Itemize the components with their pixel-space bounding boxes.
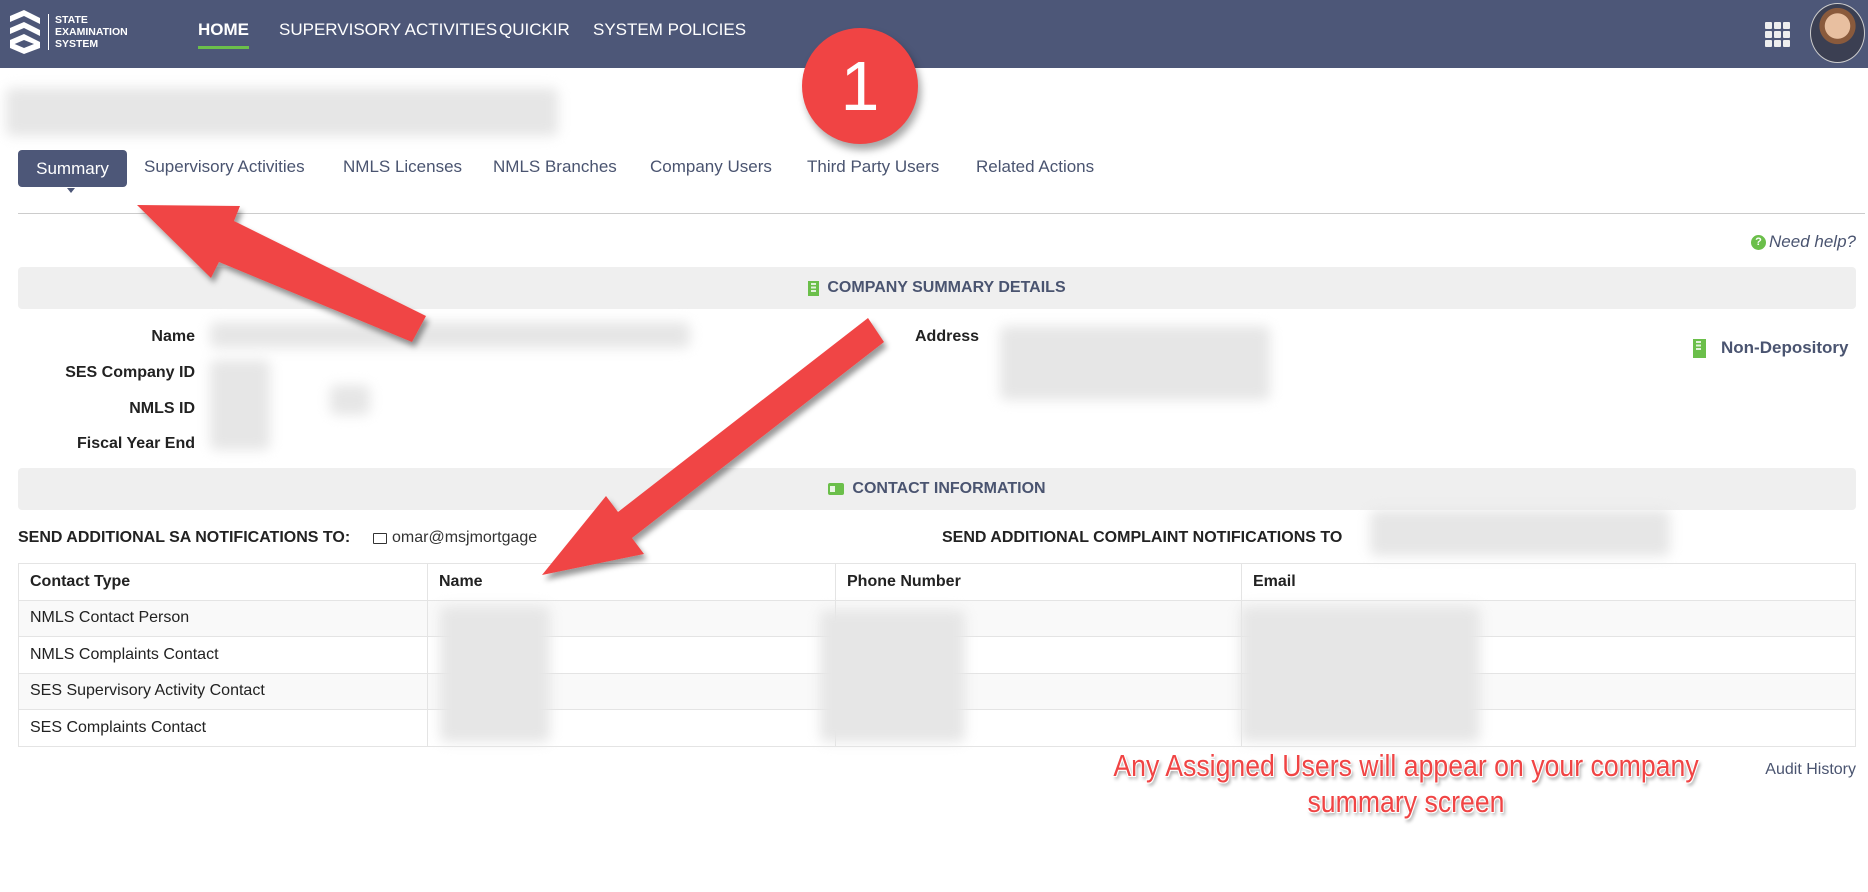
contact-type-cell: NMLS Contact Person xyxy=(18,599,428,637)
contact-emails-redacted xyxy=(1240,606,1480,742)
tab-nmls-branches[interactable]: NMLS Branches xyxy=(493,157,617,177)
contact-type-cell: SES Complaints Contact xyxy=(18,709,428,747)
field-label-fiscal-year-end: Fiscal Year End xyxy=(77,435,195,452)
building-icon xyxy=(808,280,820,296)
tab-nmls-licenses[interactable]: NMLS Licenses xyxy=(343,157,462,177)
envelope-icon xyxy=(373,532,387,544)
nav-home[interactable]: HOME xyxy=(198,20,249,49)
annotation-line: Any Assigned Users will appear on your c… xyxy=(1113,748,1699,783)
logo-line: SYSTEM xyxy=(55,38,99,50)
active-tab-caret-icon xyxy=(67,188,75,193)
apps-grid-icon[interactable] xyxy=(1765,22,1791,47)
tab-related-actions[interactable]: Related Actions xyxy=(976,157,1094,177)
audit-history-link[interactable]: Audit History xyxy=(1765,761,1856,779)
contact-type-cell: NMLS Complaints Contact xyxy=(18,636,428,674)
question-circle-icon: ? xyxy=(1751,234,1767,250)
complaint-notifications-label: SEND ADDITIONAL COMPLAINT NOTIFICATIONS … xyxy=(942,529,1343,546)
company-summary-header: COMPANY SUMMARY DETAILS xyxy=(18,267,1856,309)
field-label-name: Name xyxy=(151,328,195,345)
field-label-ses-company-id: SES Company ID xyxy=(65,364,195,381)
company-type: Non-Depository xyxy=(1693,338,1849,358)
tab-supervisory-activities[interactable]: Supervisory Activities xyxy=(144,157,305,177)
nav-system-policies[interactable]: SYSTEM POLICIES xyxy=(593,20,746,40)
sa-notifications-email[interactable]: omar@msjmortgage xyxy=(373,529,537,547)
complaint-email-redacted xyxy=(1370,510,1670,556)
step-badge: 1 xyxy=(802,28,918,144)
company-type-label: Non-Depository xyxy=(1721,338,1849,357)
nmls-id-redacted xyxy=(330,385,370,415)
field-label-address: Address xyxy=(915,328,980,345)
logo-line: EXAMINATION xyxy=(55,26,128,38)
need-help-link[interactable]: ? Need help? xyxy=(1751,232,1856,252)
annotation-callout: Any Assigned Users will appear on your c… xyxy=(1057,748,1755,820)
top-nav: STATE EXAMINATION SYSTEM HOME SUPERVISOR… xyxy=(0,0,1868,68)
column-header: Name xyxy=(427,563,836,601)
nav-quickir[interactable]: QUICKIR xyxy=(499,20,570,40)
column-header: Phone Number xyxy=(835,563,1242,601)
ses-logo-icon xyxy=(10,10,40,54)
user-avatar[interactable] xyxy=(1810,3,1865,63)
tab-third-party-users[interactable]: Third Party Users xyxy=(807,157,939,177)
table-header-row: Contact Type Name Phone Number Email xyxy=(18,563,1856,601)
contact-phones-redacted xyxy=(820,610,965,742)
company-title-redacted xyxy=(6,88,558,136)
section-title: CONTACT INFORMATION xyxy=(852,480,1046,497)
annotation-line: summary screen xyxy=(1307,784,1505,819)
email-text: omar@msjmortgage xyxy=(392,529,538,546)
tab-company-users[interactable]: Company Users xyxy=(650,157,772,177)
logo-text: STATE EXAMINATION SYSTEM xyxy=(48,14,128,50)
nav-supervisory-activities[interactable]: SUPERVISORY ACTIVITIES xyxy=(279,20,497,40)
field-label-nmls-id: NMLS ID xyxy=(129,400,195,417)
need-help-label: Need help? xyxy=(1769,232,1856,251)
name-value-redacted xyxy=(210,322,690,348)
section-title: COMPANY SUMMARY DETAILS xyxy=(827,279,1066,296)
column-header: Contact Type xyxy=(18,563,428,601)
contact-names-redacted xyxy=(440,606,550,742)
id-card-icon xyxy=(828,483,845,495)
contact-information-header: CONTACT INFORMATION xyxy=(18,468,1856,510)
contact-type-cell: SES Supervisory Activity Contact xyxy=(18,672,428,710)
sa-notifications-label: SEND ADDITIONAL SA NOTIFICATIONS TO: xyxy=(18,529,351,546)
tab-summary[interactable]: Summary xyxy=(18,150,127,187)
building-icon xyxy=(1693,338,1706,358)
tab-divider xyxy=(18,213,1865,214)
address-value-redacted xyxy=(1000,326,1270,400)
logo-line: STATE xyxy=(55,14,88,26)
column-header: Email xyxy=(1241,563,1856,601)
ids-value-redacted xyxy=(210,360,270,450)
arrow-to-contacts-table-icon xyxy=(542,318,884,575)
